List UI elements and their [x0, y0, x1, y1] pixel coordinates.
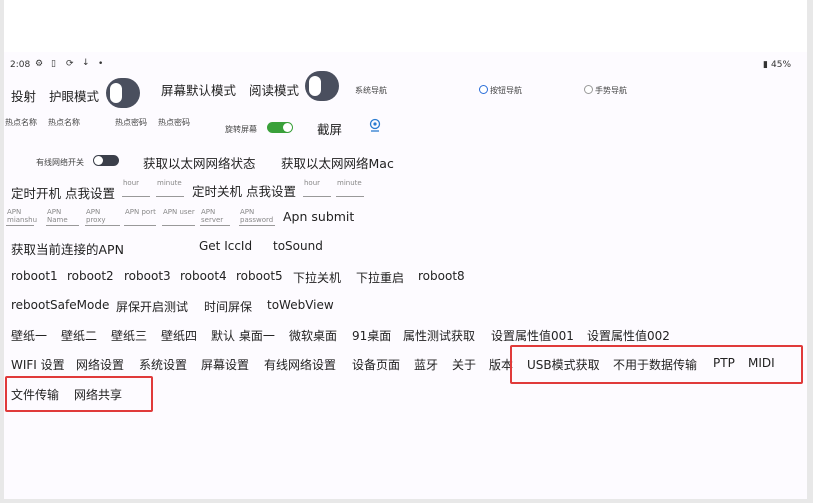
eye-mode-toggle[interactable] [106, 78, 140, 108]
screensaver-test-button[interactable]: 屏保开启测试 [116, 298, 188, 315]
webcam-icon[interactable] [369, 118, 381, 132]
apn-field-placeholder: APN proxy [86, 208, 106, 224]
hour-placeholder: hour [304, 179, 321, 187]
top-blank-area [0, 0, 813, 52]
toggle-knob [94, 156, 103, 165]
system-nav-label: 系统导航 [355, 86, 387, 95]
wallpaper-3-button[interactable]: 壁纸三 [111, 327, 147, 344]
get-ethernet-mac-button[interactable]: 获取以太网网络Mac [281, 153, 394, 172]
right-border [807, 0, 813, 503]
hotspot-password-label: 热点密码 [115, 118, 147, 127]
property-test-get-button[interactable]: 属性测试获取 [403, 327, 475, 344]
apn-field-placeholder: APN Name [47, 208, 68, 224]
status-battery: 45% [771, 60, 792, 70]
file-transfer-highlight-box [5, 376, 153, 412]
minute-placeholder: minute [157, 179, 182, 187]
roboot3-button[interactable]: roboot3 [124, 269, 171, 283]
apn-user-input[interactable]: APN user [162, 208, 195, 226]
desktop-91-button[interactable]: 91桌面 [352, 327, 391, 344]
toggle-knob [110, 83, 122, 103]
apn-field-placeholder: APN user [163, 208, 195, 216]
wifi-settings-button[interactable]: WIFI 设置 [11, 356, 65, 373]
roboot2-button[interactable]: roboot2 [67, 269, 114, 283]
button-nav-radio[interactable] [479, 85, 488, 94]
roboot8-button[interactable]: roboot8 [418, 269, 465, 283]
apn-field-placeholder: APN server [201, 208, 224, 224]
sim-icon: ▯ [51, 59, 56, 69]
about-button[interactable]: 关于 [452, 356, 476, 373]
hotspot-password-field[interactable]: 热点密码 [158, 117, 190, 128]
roboot1-button[interactable]: roboot1 [11, 269, 58, 283]
hotspot-name-field[interactable]: 热点名称 [48, 117, 80, 128]
default-desktop-button[interactable]: 默认 桌面一 [211, 327, 275, 344]
system-settings-button[interactable]: 系统设置 [139, 356, 187, 373]
gesture-nav-radio[interactable] [584, 85, 593, 94]
reading-mode-label: 阅读模式 [249, 83, 300, 98]
timed-power-off-button[interactable]: 定时关机 点我设置 [192, 181, 296, 200]
pulldown-shutdown-button[interactable]: 下拉关机 [293, 269, 341, 286]
bluetooth-button[interactable]: 蓝牙 [414, 356, 438, 373]
bottom-border [0, 499, 813, 503]
screen-default-mode-button[interactable]: 屏幕默认模式 [161, 80, 236, 99]
sync-icon: ⟳ [66, 59, 74, 69]
gesture-nav-label: 手势导航 [595, 86, 627, 95]
left-border [0, 0, 4, 503]
roboot4-button[interactable]: roboot4 [180, 269, 227, 283]
device-page-button[interactable]: 设备页面 [352, 356, 400, 373]
battery-icon: ▮ [763, 60, 768, 70]
status-time: 2:08 [10, 60, 31, 70]
to-webview-button[interactable]: toWebView [267, 298, 334, 312]
wired-network-settings-button[interactable]: 有线网络设置 [264, 356, 336, 373]
cast-button[interactable]: 投射 [11, 86, 36, 105]
apn-submit-button[interactable]: Apn submit [283, 209, 354, 224]
get-iccid-button[interactable]: Get IccId [199, 239, 252, 253]
to-sound-button[interactable]: toSound [273, 239, 323, 253]
apn-field-placeholder: APN mianshu [7, 208, 38, 224]
dot-icon: • [98, 59, 104, 69]
hotspot-name-label: 热点名称 [5, 118, 37, 127]
hour-placeholder: hour [123, 179, 140, 187]
apn-server-input[interactable]: APN server [200, 208, 230, 226]
wired-network-toggle[interactable] [93, 155, 119, 166]
button-nav-label: 按钮导航 [490, 86, 522, 95]
wired-switch-label: 有线网络开关 [36, 158, 84, 167]
toggle-knob [309, 76, 321, 96]
pulldown-restart-button[interactable]: 下拉重启 [356, 269, 404, 286]
usb-mode-highlight-box [510, 345, 803, 384]
minute-placeholder: minute [337, 179, 362, 187]
wallpaper-2-button[interactable]: 壁纸二 [61, 327, 97, 344]
reading-mode-toggle[interactable] [305, 71, 339, 101]
microsoft-desktop-button[interactable]: 微软桌面 [289, 327, 337, 344]
apn-field-placeholder: APN password [240, 208, 274, 224]
apn-name-input[interactable]: APN Name [46, 208, 79, 226]
apn-proxy-input[interactable]: APN proxy [85, 208, 120, 226]
reboot-safe-mode-button[interactable]: rebootSafeMode [11, 298, 109, 312]
rotate-screen-label: 旋转屏幕 [225, 125, 257, 134]
screenshot-button[interactable]: 截屏 [317, 119, 342, 138]
apn-description-input[interactable]: APN mianshu [6, 208, 38, 226]
get-ethernet-status-button[interactable]: 获取以太网网络状态 [143, 153, 256, 172]
apn-password-input[interactable]: APN password [239, 208, 275, 226]
set-property-002-button[interactable]: 设置属性值002 [587, 327, 670, 344]
power-on-minute-input[interactable]: minute [156, 179, 184, 197]
screen-settings-button[interactable]: 屏幕设置 [201, 356, 249, 373]
wallpaper-4-button[interactable]: 壁纸四 [161, 327, 197, 344]
rotate-screen-toggle[interactable] [267, 122, 293, 133]
apn-field-placeholder: APN port [125, 208, 156, 216]
set-property-001-button[interactable]: 设置属性值001 [491, 327, 574, 344]
timed-power-on-button[interactable]: 定时开机 点我设置 [11, 183, 115, 202]
power-on-hour-input[interactable]: hour [122, 179, 150, 197]
wallpaper-1-button[interactable]: 壁纸一 [11, 327, 47, 344]
toggle-knob [283, 123, 292, 132]
power-off-minute-input[interactable]: minute [336, 179, 364, 197]
download-icon: ↓ [82, 58, 90, 68]
eye-mode-label: 护眼模式 [49, 89, 100, 104]
apn-port-input[interactable]: APN port [124, 208, 156, 226]
time-screensaver-button[interactable]: 时间屏保 [204, 298, 252, 315]
power-off-hour-input[interactable]: hour [303, 179, 331, 197]
roboot5-button[interactable]: roboot5 [236, 269, 283, 283]
get-current-apn-button[interactable]: 获取当前连接的APN [11, 239, 124, 258]
network-settings-button[interactable]: 网络设置 [76, 356, 124, 373]
settings-icon: ⚙ [35, 59, 44, 69]
